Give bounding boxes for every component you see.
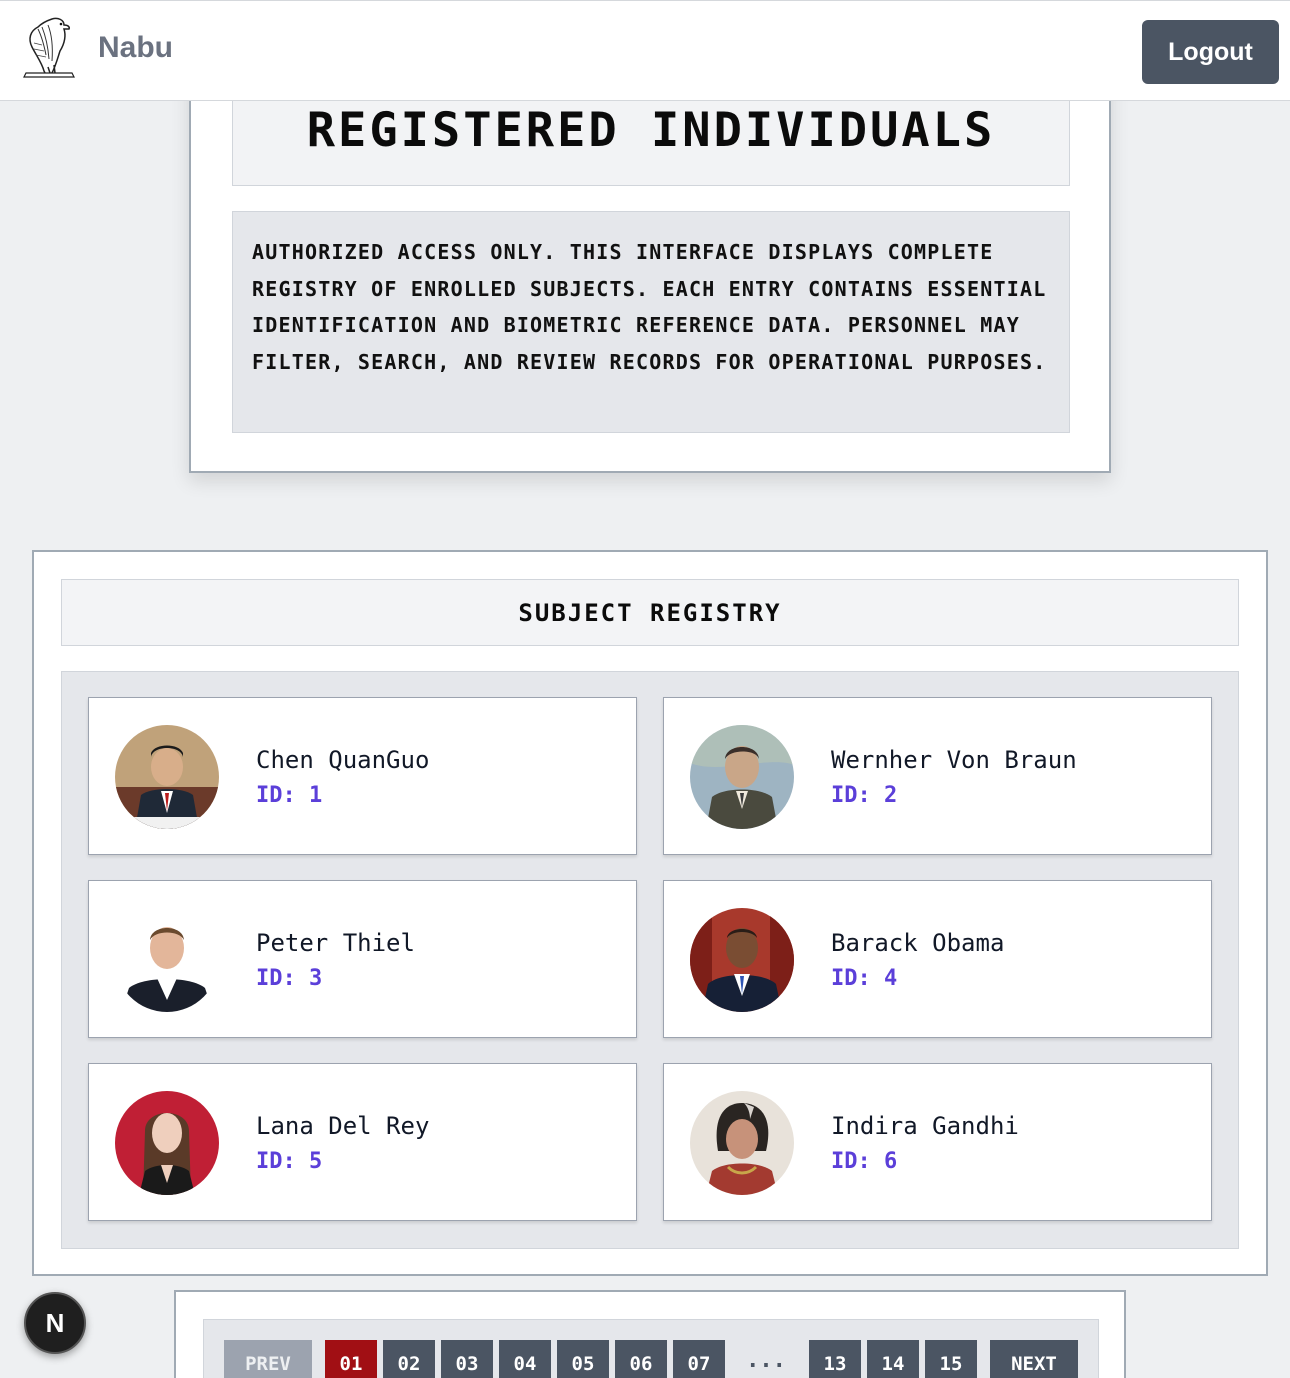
notice-box: AUTHORIZED ACCESS ONLY. THIS INTERFACE D… bbox=[232, 211, 1070, 433]
subject-card[interactable]: Lana Del Rey ID: 5 bbox=[88, 1063, 637, 1221]
subject-id: ID: 1 bbox=[256, 783, 323, 808]
subject-name: Lana Del Rey bbox=[256, 1112, 430, 1140]
subject-card[interactable]: Chen QuanGuo ID: 1 bbox=[88, 697, 637, 855]
page-button-active[interactable]: 01 bbox=[325, 1340, 377, 1378]
subject-registry: SUBJECT REGISTRY Chen QuanGuo ID: 1 Wern… bbox=[32, 550, 1268, 1276]
page-button[interactable]: 06 bbox=[615, 1340, 667, 1378]
subject-avatar bbox=[115, 725, 219, 829]
page-button[interactable]: 15 bbox=[925, 1340, 977, 1378]
nextjs-badge-icon[interactable]: N bbox=[24, 1292, 86, 1354]
next-page-button[interactable]: NEXT bbox=[990, 1340, 1078, 1378]
brand-name[interactable]: Nabu bbox=[98, 31, 173, 65]
page-button[interactable]: 02 bbox=[383, 1340, 435, 1378]
subject-card[interactable]: Indira Gandhi ID: 6 bbox=[663, 1063, 1212, 1221]
page-button[interactable]: 04 bbox=[499, 1340, 551, 1378]
access-notice: AUTHORIZED ACCESS ONLY. THIS INTERFACE D… bbox=[252, 240, 1047, 374]
subject-id: ID: 4 bbox=[831, 966, 898, 991]
subject-name: Chen QuanGuo bbox=[256, 746, 430, 774]
page-button[interactable]: 03 bbox=[441, 1340, 493, 1378]
registry-title: SUBJECT REGISTRY bbox=[518, 598, 782, 627]
subject-id: ID: 3 bbox=[256, 966, 323, 991]
subject-id: ID: 2 bbox=[831, 783, 898, 808]
logout-button[interactable]: Logout bbox=[1142, 20, 1279, 84]
badge-label: N bbox=[45, 1307, 65, 1338]
page-ellipsis: ... bbox=[746, 1348, 786, 1373]
prev-page-button[interactable]: PREV bbox=[224, 1340, 312, 1378]
subject-name: Indira Gandhi bbox=[831, 1112, 1019, 1140]
top-navbar: Nabu Logout bbox=[0, 0, 1290, 101]
page-title: REGISTERED INDIVIDUALS bbox=[306, 103, 996, 158]
subject-card[interactable]: Barack Obama ID: 4 bbox=[663, 880, 1212, 1038]
subject-card[interactable]: Wernher Von Braun ID: 2 bbox=[663, 697, 1212, 855]
subject-avatar bbox=[115, 908, 219, 1012]
header-card: REGISTERED INDIVIDUALS AUTHORIZED ACCESS… bbox=[189, 60, 1111, 473]
page-button[interactable]: 14 bbox=[867, 1340, 919, 1378]
subject-avatar bbox=[115, 1091, 219, 1195]
pagination-card: PREV 01 02 03 04 05 06 07 ... 13 14 15 N… bbox=[174, 1290, 1126, 1378]
subject-avatar bbox=[690, 908, 794, 1012]
subject-name: Wernher Von Braun bbox=[831, 746, 1077, 774]
falcon-logo-icon[interactable] bbox=[22, 15, 78, 79]
subject-avatar bbox=[690, 1091, 794, 1195]
subject-grid: Chen QuanGuo ID: 1 Wernher Von Braun ID:… bbox=[61, 671, 1239, 1249]
subject-id: ID: 5 bbox=[256, 1149, 323, 1174]
subject-card[interactable]: Peter Thiel ID: 3 bbox=[88, 880, 637, 1038]
subject-avatar bbox=[690, 725, 794, 829]
subject-name: Peter Thiel bbox=[256, 929, 415, 957]
page-button[interactable]: 07 bbox=[673, 1340, 725, 1378]
subject-name: Barack Obama bbox=[831, 929, 1005, 957]
subject-id: ID: 6 bbox=[831, 1149, 898, 1174]
registry-header: SUBJECT REGISTRY bbox=[61, 579, 1239, 646]
page-button[interactable]: 13 bbox=[809, 1340, 861, 1378]
page-button[interactable]: 05 bbox=[557, 1340, 609, 1378]
pagination: PREV 01 02 03 04 05 06 07 ... 13 14 15 N… bbox=[203, 1319, 1099, 1378]
